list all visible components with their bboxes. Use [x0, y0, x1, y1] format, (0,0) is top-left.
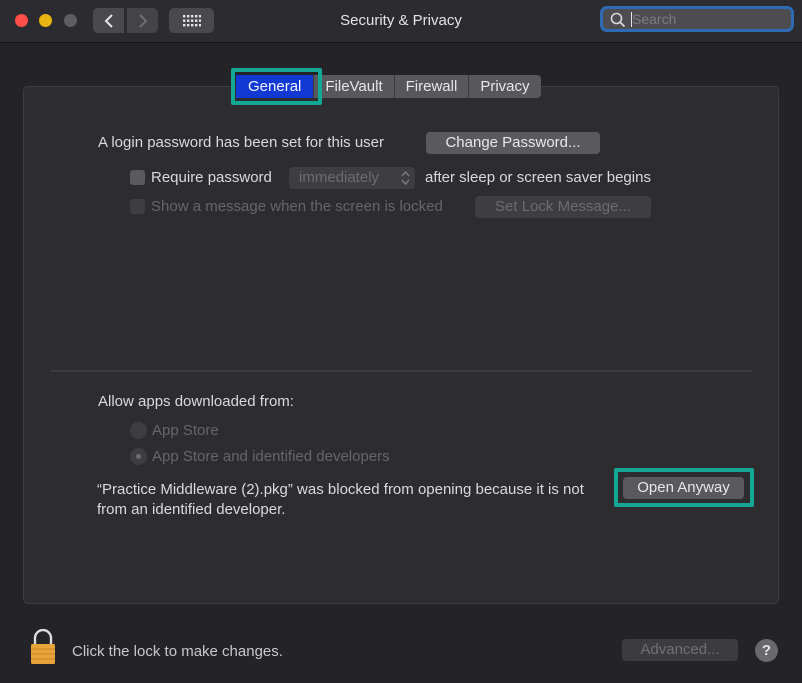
blocked-app-message: “Practice Middleware (2).pkg” was blocke… [97, 481, 584, 518]
title-bar: Security & Privacy [0, 0, 802, 43]
radio-selected-dot [136, 454, 141, 459]
chevron-right-icon [138, 13, 147, 28]
help-button[interactable]: ? [755, 639, 778, 662]
show-message-label: Show a message when the screen is locked [151, 198, 443, 215]
require-password-delay-value: immediately [299, 169, 380, 186]
app-store-label: App Store [152, 422, 219, 439]
section-divider [51, 370, 752, 372]
tab-general[interactable]: General [236, 75, 315, 98]
chevron-left-icon [104, 13, 113, 28]
change-password-button[interactable]: Change Password... [426, 132, 600, 154]
tab-bar: General FileVault Firewall Privacy [236, 75, 541, 98]
advanced-button[interactable]: Advanced... [622, 639, 738, 661]
app-store-radio[interactable] [130, 422, 147, 439]
minimize-window-button[interactable] [39, 14, 52, 27]
lock-status-text: Click the lock to make changes. [72, 643, 283, 660]
search-icon [610, 12, 626, 28]
open-anyway-button[interactable]: Open Anyway [623, 477, 744, 499]
allow-apps-heading: Allow apps downloaded from: [98, 393, 294, 410]
require-password-checkbox[interactable] [130, 170, 145, 185]
up-down-arrows-icon [401, 170, 410, 186]
tab-privacy[interactable]: Privacy [469, 75, 541, 98]
zoom-window-button[interactable] [64, 14, 77, 27]
show-all-button[interactable] [169, 8, 214, 33]
close-window-button[interactable] [15, 14, 28, 27]
show-message-checkbox[interactable] [130, 199, 145, 214]
require-password-label: Require password [151, 169, 272, 186]
login-password-text: A login password has been set for this u… [98, 134, 384, 151]
require-password-suffix: after sleep or screen saver begins [425, 169, 651, 186]
forward-button[interactable] [127, 8, 158, 33]
app-store-identified-label: App Store and identified developers [152, 448, 390, 465]
app-store-identified-radio[interactable] [130, 448, 147, 465]
search-input[interactable] [632, 9, 787, 29]
lock-icon[interactable] [29, 629, 57, 665]
set-lock-message-button[interactable]: Set Lock Message... [475, 196, 651, 218]
search-field[interactable] [600, 6, 794, 32]
grid-icon [182, 14, 201, 26]
require-password-delay-select[interactable]: immediately [289, 167, 415, 189]
tab-filevault[interactable]: FileVault [314, 75, 395, 98]
tab-firewall[interactable]: Firewall [394, 75, 470, 98]
content-panel [23, 86, 779, 604]
back-button[interactable] [93, 8, 124, 33]
